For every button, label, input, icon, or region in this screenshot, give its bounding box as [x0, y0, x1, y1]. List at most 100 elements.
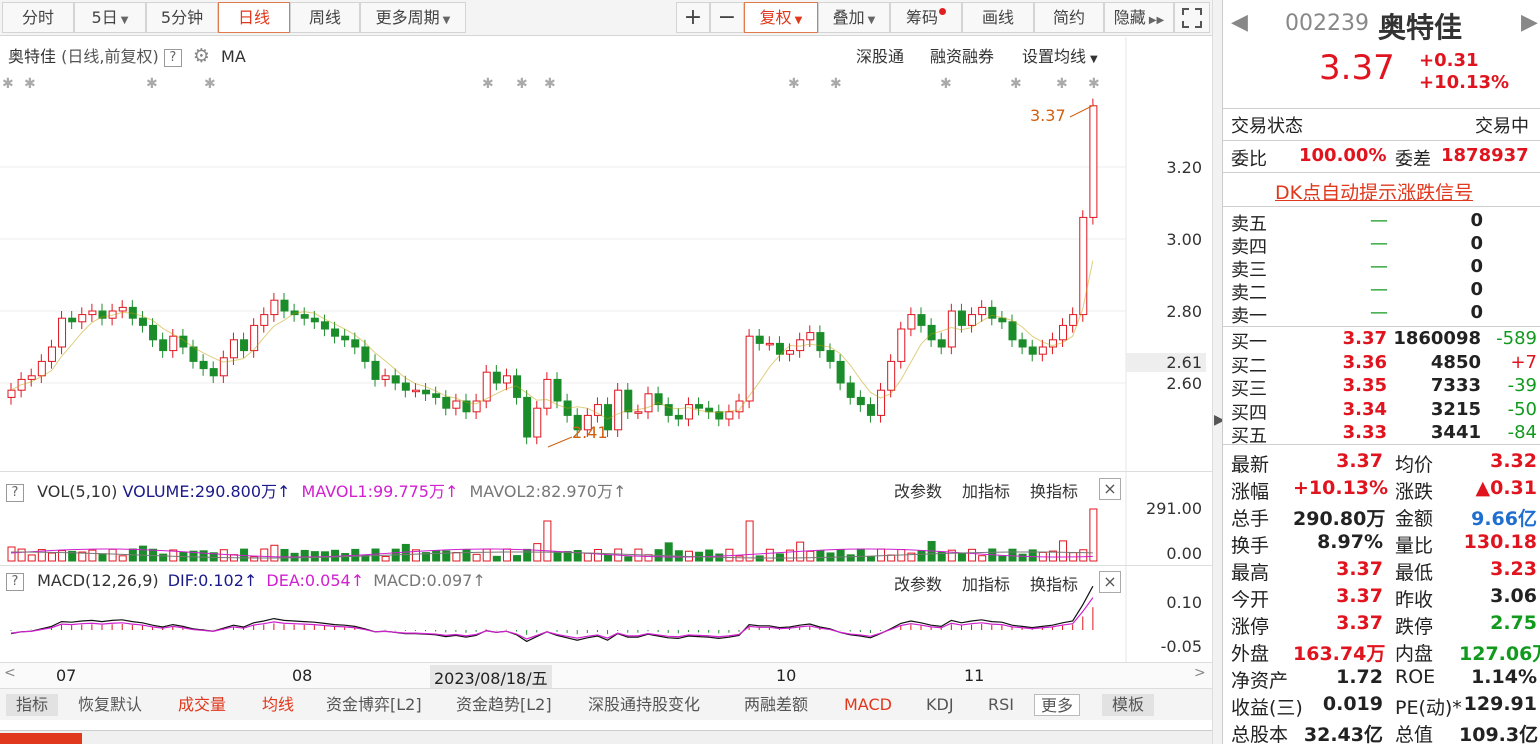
dk-signal-link[interactable]: DK点自动提示涨跌信号	[1275, 178, 1473, 205]
next-stock-icon[interactable]: ▶	[1521, 10, 1538, 35]
expand-button[interactable]	[1174, 2, 1210, 33]
vol-add-indicator[interactable]: 加指标	[962, 478, 1010, 502]
stat-value: 1.72	[1336, 666, 1383, 688]
chevron-down-icon: ▼	[794, 15, 803, 26]
close-icon[interactable]: ×	[1099, 478, 1121, 500]
help-icon[interactable]: ?	[6, 572, 24, 591]
bid-change: -39	[1507, 375, 1537, 396]
volume-bar	[108, 548, 117, 562]
candle-body	[502, 375, 511, 384]
candle-body	[1089, 105, 1098, 218]
candle-body	[68, 317, 77, 323]
stat-value: 3.06	[1490, 585, 1537, 607]
stat-value: +10.13%	[1293, 477, 1389, 499]
bid-change: +7	[1510, 351, 1537, 373]
stat-label: 最低	[1395, 562, 1434, 584]
candle-body	[866, 404, 875, 416]
candle-body	[280, 299, 289, 312]
prev-stock-icon[interactable]: ◀	[1231, 10, 1248, 35]
weibi-value: 100.00%	[1299, 145, 1387, 166]
tab-weekly[interactable]: 周线	[290, 2, 360, 33]
template-button[interactable]: 模板	[1102, 694, 1155, 716]
bottom-tab-strip[interactable]	[0, 730, 1212, 744]
tab-label: 更多周期	[375, 8, 440, 27]
stat-label: 外盘	[1231, 643, 1270, 665]
macd-switch-indicator[interactable]: 换指标	[1030, 571, 1078, 595]
volume-bar	[138, 545, 147, 562]
tab-5day[interactable]: 5日 ▼	[74, 2, 146, 33]
stat-label: 净资产	[1231, 670, 1289, 692]
active-bottom-tab[interactable]	[0, 733, 82, 744]
chart-area: 奥特佳 (日线,前复权) ? ⚙ MA 深股通 融资融券 设置均线 ▼ ✱ ✱ ✱ ✱ ✱…	[0, 37, 1212, 662]
vol-modify-params[interactable]: 改参数	[894, 478, 942, 502]
bid-volume: 1860098	[1393, 328, 1481, 349]
volume-bar	[513, 555, 522, 562]
ask-price: —	[1370, 279, 1388, 300]
indicator-hk-holding[interactable]: 深股通持股变化	[588, 694, 700, 716]
macd-add-indicator[interactable]: 加指标	[962, 571, 1010, 595]
candle-body	[138, 317, 147, 326]
ask-volume: 0	[1470, 210, 1483, 231]
chips-button[interactable]: 筹码	[890, 2, 962, 33]
stat-value: 3.37	[1336, 585, 1383, 607]
simple-button[interactable]: 简约	[1034, 2, 1104, 33]
vol-tick: 291.00	[1146, 499, 1202, 518]
chevron-left-icon[interactable]: <	[4, 665, 16, 681]
candle-body	[37, 360, 46, 377]
more-indicators-button[interactable]: 更多	[1034, 694, 1081, 716]
status-value: 交易中	[1475, 116, 1529, 137]
stat-value: 130.18	[1463, 531, 1537, 553]
event-icon: ✱	[1088, 76, 1100, 92]
candle-body	[381, 375, 390, 380]
tab-5min[interactable]: 5分钟	[146, 2, 218, 33]
indicator-macd[interactable]: MACD	[844, 694, 892, 716]
volume-bar	[543, 520, 552, 562]
stat-value: 9.66亿	[1471, 508, 1537, 530]
indicator-margin-diff[interactable]: 两融差额	[744, 694, 808, 716]
indicator-ma[interactable]: 均线	[262, 694, 294, 716]
dif-value: DIF:0.102	[167, 571, 244, 590]
restore-rights-button[interactable]: 复权 ▼	[744, 2, 818, 33]
stat-label: 涨幅	[1231, 481, 1270, 503]
volume-bar	[887, 554, 896, 562]
volume-bar	[432, 550, 441, 562]
overlay-button[interactable]: 叠加 ▼	[818, 2, 890, 33]
plus-icon: +	[683, 5, 703, 30]
volume-bar	[17, 548, 26, 562]
restore-default-button[interactable]: 恢复默认	[78, 694, 142, 716]
panel-splitter[interactable]: ▶	[1212, 0, 1225, 744]
candle-body	[907, 314, 916, 330]
event-icon: ✱	[544, 76, 556, 92]
bid-level-label: 买四	[1231, 402, 1267, 424]
tool-label: 隐藏	[1113, 8, 1146, 27]
vol-switch-indicator[interactable]: 换指标	[1030, 478, 1078, 502]
macd-value: MACD:0.097	[373, 571, 473, 590]
candle-body	[695, 404, 704, 409]
indicator-fund-trend[interactable]: 资金趋势[L2]	[456, 694, 552, 716]
help-icon[interactable]: ?	[6, 483, 24, 502]
max-price-marker: 3.37	[1030, 106, 1066, 125]
candle-body	[887, 360, 896, 391]
close-icon[interactable]: ×	[1099, 571, 1121, 593]
macd-modify-params[interactable]: 改参数	[894, 571, 942, 595]
tab-more-periods[interactable]: 更多周期 ▼	[360, 2, 466, 33]
status-label: 交易状态	[1231, 116, 1303, 137]
volume-bar	[866, 556, 875, 562]
chevron-right-icon[interactable]: >	[1194, 665, 1206, 681]
zoom-in-button[interactable]: +	[676, 2, 710, 33]
tab-fenshi[interactable]: 分时	[2, 2, 74, 33]
indicator-rsi[interactable]: RSI	[988, 694, 1014, 716]
volume-bar	[462, 549, 471, 562]
indicator-kdj[interactable]: KDJ	[926, 694, 954, 716]
indicator-tab[interactable]: 指标	[6, 694, 59, 716]
indicator-volume[interactable]: 成交量	[178, 694, 226, 716]
stat-label: 量比	[1395, 535, 1434, 557]
indicator-fund-game[interactable]: 资金博弈[L2]	[326, 694, 422, 716]
hide-button[interactable]: 隐藏 ▶▶	[1104, 2, 1174, 33]
zoom-out-button[interactable]: −	[710, 2, 744, 33]
stat-value: 127.06万	[1459, 643, 1540, 665]
candle-body	[877, 389, 886, 416]
tab-daily[interactable]: 日线	[218, 2, 290, 33]
draw-button[interactable]: 画线	[962, 2, 1034, 33]
volume-bar	[260, 548, 269, 562]
